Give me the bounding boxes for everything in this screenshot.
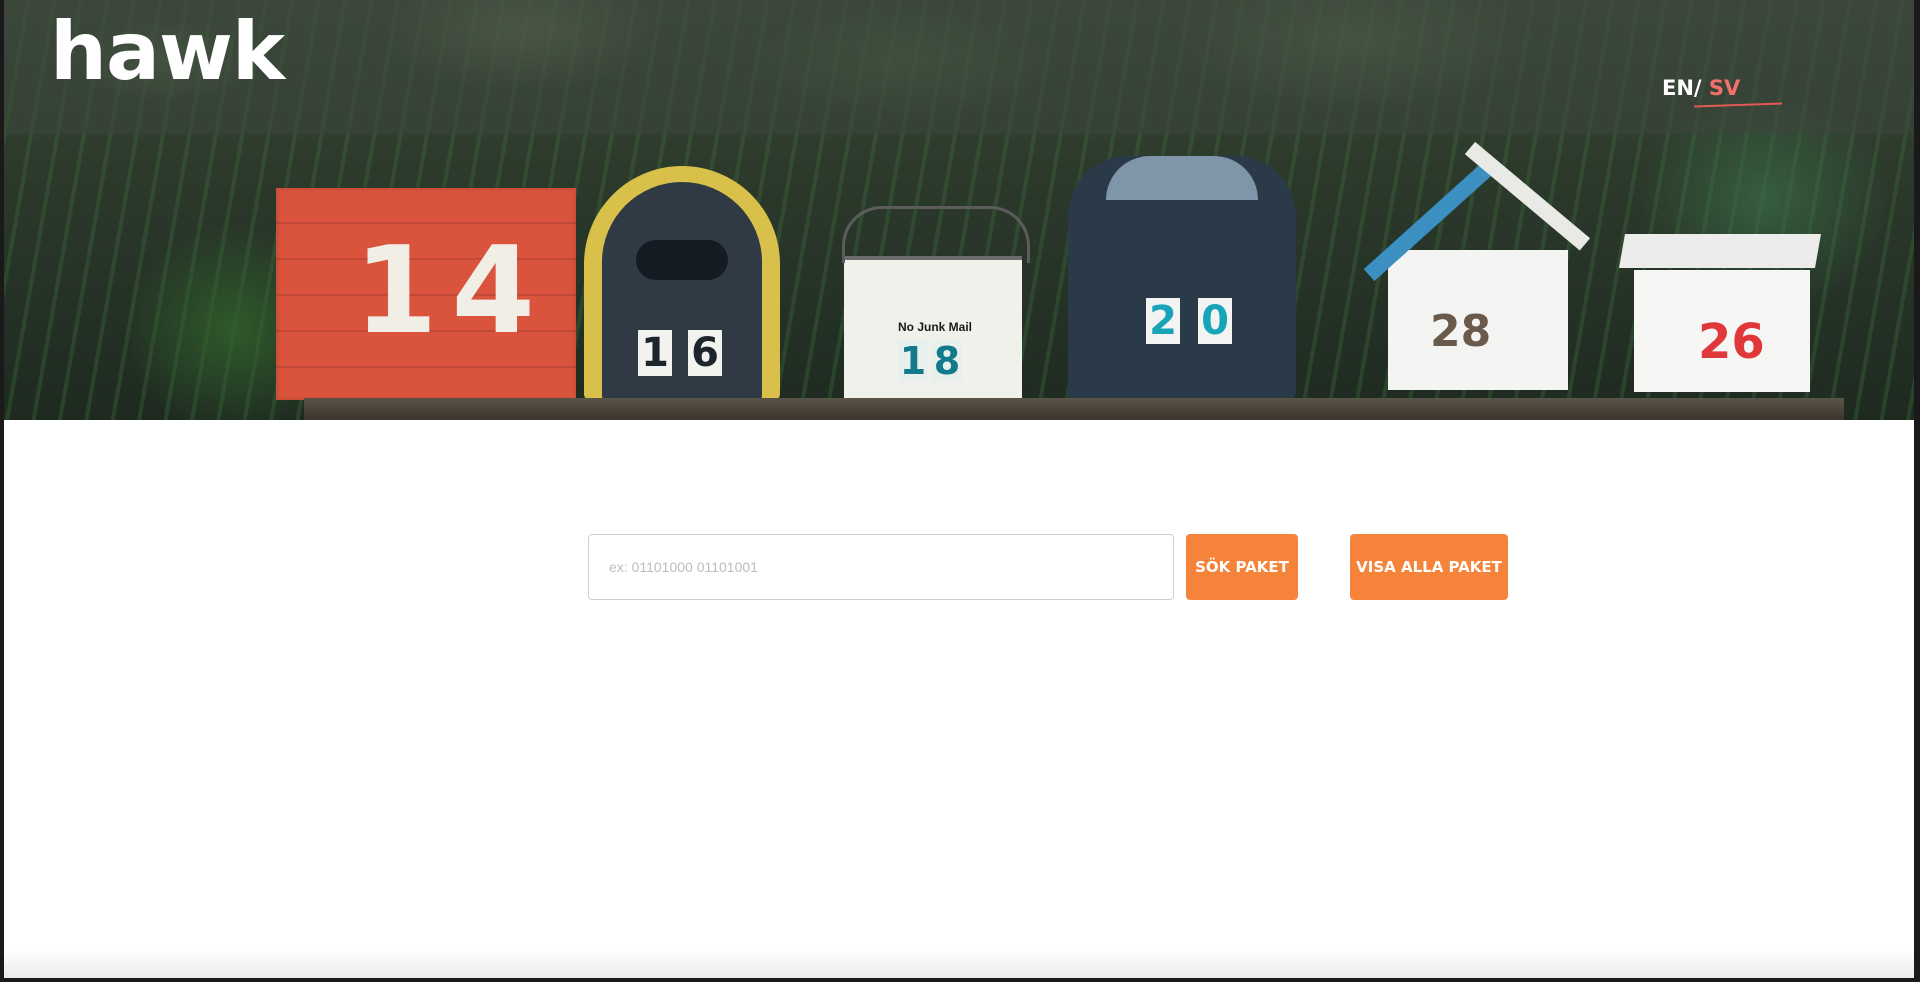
search-package-button[interactable]: SÖK PAKET <box>1186 534 1298 600</box>
mailbox-20: 2 0 <box>1068 156 1296 400</box>
mailbox-body: 1 6 <box>602 182 762 400</box>
mailbox-number: 26 <box>1698 314 1765 370</box>
language-switcher: EN/ SV <box>1662 76 1740 100</box>
mailbox-number-digit: 8 <box>932 339 962 383</box>
mailbox-number-digit: 0 <box>1198 298 1232 344</box>
mailbox-14: 14 <box>276 188 576 400</box>
mailbox-26: 26 <box>1619 234 1821 392</box>
mailbox-cap <box>1106 156 1258 200</box>
lang-separator: / <box>1693 76 1702 100</box>
mailbox-number-digit: 1 <box>638 330 672 376</box>
mailbox-number: 28 <box>1430 306 1492 357</box>
show-all-packages-button[interactable]: VISA ALLA PAKET <box>1350 534 1508 600</box>
lang-en-link[interactable]: EN <box>1662 76 1694 100</box>
hero-banner: 14 1 6 No Junk Mail 1 8 2 0 28 26 hawk E… <box>4 0 1914 420</box>
bottom-shadow <box>4 950 1914 978</box>
mailbox-lid <box>842 206 1030 263</box>
wooden-shelf <box>304 398 1844 420</box>
mailbox-lid <box>1619 234 1821 268</box>
mailbox-number-digit: 6 <box>688 330 722 376</box>
header-bar: hawk EN/ SV <box>4 0 1914 134</box>
mailbox-28: 28 <box>1363 141 1591 390</box>
mailbox-number: 14 <box>354 222 549 361</box>
mailbox-18: No Junk Mail 1 8 <box>842 206 1030 402</box>
mailbox-16: 1 6 <box>584 166 780 400</box>
no-junk-mail-sign: No Junk Mail <box>898 320 973 334</box>
lang-sv-link[interactable]: SV <box>1709 76 1740 100</box>
page: 14 1 6 No Junk Mail 1 8 2 0 28 26 hawk E… <box>4 0 1914 978</box>
mailbox-number-digit: 2 <box>1146 298 1180 344</box>
hawk-logo[interactable]: hawk <box>50 12 285 92</box>
mailbox-slot <box>636 240 728 280</box>
mailbox-number-digit: 1 <box>898 339 928 383</box>
package-search-input[interactable] <box>588 534 1174 600</box>
lang-active-underline <box>1693 102 1783 108</box>
